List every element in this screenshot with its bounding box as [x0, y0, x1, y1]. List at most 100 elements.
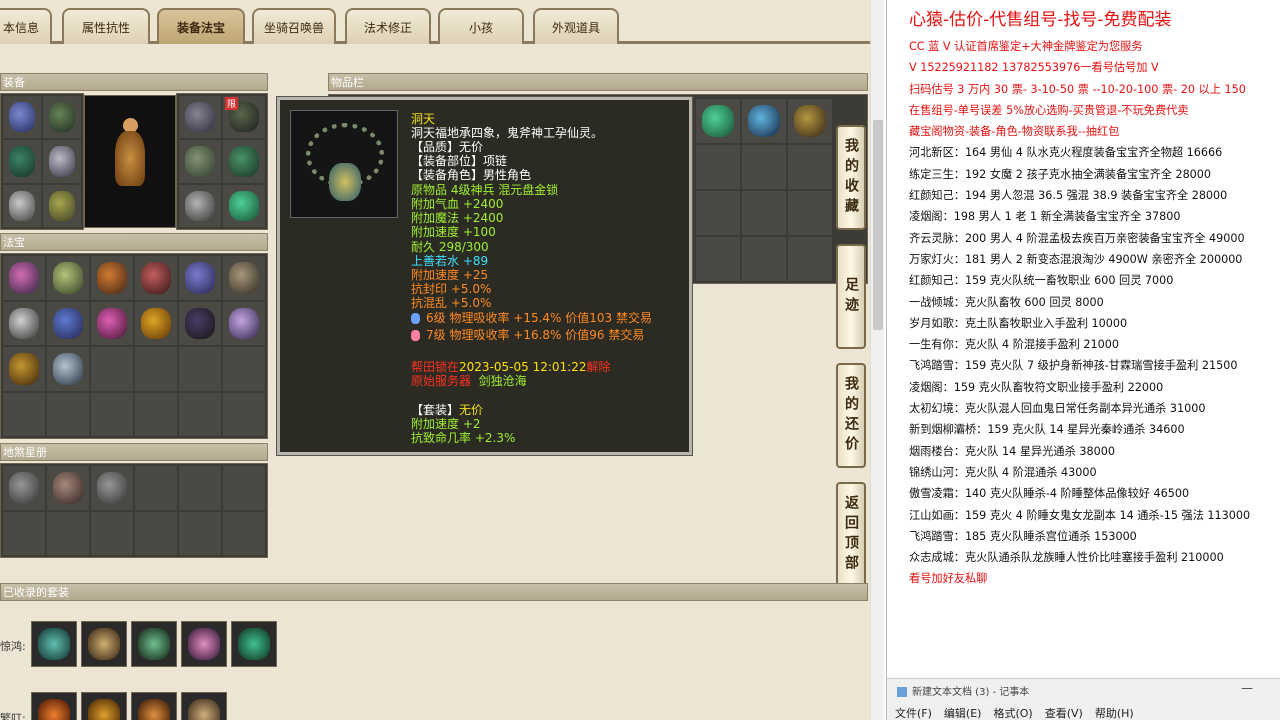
suit-item[interactable] — [31, 621, 77, 667]
fabao-slot[interactable] — [135, 301, 177, 345]
fabao-slot-empty[interactable] — [3, 392, 45, 436]
tab-spells[interactable]: 法术修正 — [345, 8, 431, 44]
menu-format[interactable]: 格式(O) — [993, 705, 1032, 721]
star-card-empty[interactable] — [47, 511, 89, 555]
helmet-slot[interactable] — [43, 96, 81, 139]
menu-edit[interactable]: 编辑(E) — [944, 705, 982, 721]
star-card[interactable] — [47, 466, 89, 510]
tab-attributes[interactable]: 属性抗性 — [62, 8, 150, 44]
tab-child[interactable]: 小孩 — [438, 8, 524, 44]
back-to-top-button[interactable]: 返回顶部 — [836, 482, 866, 587]
star-card-empty[interactable] — [3, 511, 45, 555]
suit-item[interactable] — [181, 692, 227, 720]
notepad-line: 傲雪凌霜：140 克火队睡杀-4 阶睡整体品像较好 46500 — [909, 487, 1190, 501]
minimize-button[interactable]: — — [1241, 681, 1253, 695]
item-description: 洞天福地承四象，鬼斧神工孕仙灵。 — [411, 126, 604, 140]
amulet-slot[interactable] — [179, 184, 221, 227]
suit-item[interactable] — [131, 692, 177, 720]
fabao-slot[interactable] — [91, 301, 133, 345]
fabao-slot-empty[interactable] — [91, 392, 133, 436]
inventory-slot-empty[interactable] — [742, 191, 786, 235]
fabao-slot[interactable] — [179, 301, 221, 345]
inventory-slot[interactable] — [696, 99, 740, 143]
my-counteroffer-button[interactable]: 我的还价 — [836, 363, 866, 468]
suit-item[interactable] — [231, 621, 277, 667]
weapon-slot[interactable] — [3, 140, 41, 183]
tab-basic-info[interactable]: 本信息 — [0, 8, 52, 44]
tab-appearance[interactable]: 外观道具 — [533, 8, 619, 44]
notepad-text[interactable]: 心猿-估价-代售组号-找号-免费配装 CC 蓝 V 认证首席鉴定+大神金牌鉴定为您… — [909, 8, 1280, 590]
inventory-slot[interactable] — [742, 99, 786, 143]
stat-extra-speed: 附加速度 +25 — [411, 268, 489, 282]
star-card-empty[interactable] — [135, 466, 177, 510]
notepad-line: 岁月如歌：克土队畜牧职业入手盈利 10000 — [909, 316, 1128, 330]
fabao-slot[interactable] — [47, 256, 89, 300]
orb-slot[interactable] — [223, 184, 265, 227]
footprint-button[interactable]: 足迹 — [836, 244, 866, 349]
hat-slot[interactable] — [179, 96, 221, 139]
star-card-empty[interactable] — [135, 511, 177, 555]
robe-slot[interactable] — [43, 140, 81, 183]
fabao-slot-empty[interactable] — [179, 347, 221, 391]
game-window: 本信息 属性抗性 装备法宝 坐骑召唤兽 法术修正 小孩 外观道具 装备 限 法宝 — [0, 0, 870, 720]
page-scrollbar[interactable] — [870, 0, 884, 720]
notepad-line: 一战倾城：克火队畜牧 600 回灵 8000 — [909, 295, 1104, 309]
star-card-empty[interactable] — [223, 511, 265, 555]
suit-item[interactable] — [31, 692, 77, 720]
fabao-slot[interactable] — [3, 347, 45, 391]
bracelet-slot[interactable] — [223, 140, 265, 183]
star-card-empty[interactable] — [179, 511, 221, 555]
fabao-slot-empty[interactable] — [91, 347, 133, 391]
gem-text-2: 7级 物理吸收率 +16.8% 价值96 禁交易 — [426, 328, 645, 342]
suit-label-1: 惊鸿: — [0, 640, 26, 653]
suit-item[interactable] — [181, 621, 227, 667]
fabao-slot[interactable] — [3, 301, 45, 345]
inventory-slot-empty[interactable] — [696, 237, 740, 281]
tab-mounts[interactable]: 坐骑召唤兽 — [252, 8, 336, 44]
my-favorites-button[interactable]: 我的收藏 — [836, 125, 866, 230]
menu-help[interactable]: 帮助(H) — [1095, 705, 1134, 721]
inventory-slot-empty[interactable] — [788, 191, 832, 235]
fabao-slot[interactable] — [223, 256, 265, 300]
fabao-slot[interactable] — [179, 256, 221, 300]
inventory-slot-empty[interactable] — [696, 145, 740, 189]
fabao-slot-empty[interactable] — [135, 347, 177, 391]
necklace-slot[interactable]: 限 — [223, 96, 265, 139]
star-card-empty[interactable] — [179, 466, 221, 510]
inventory-slot-empty[interactable] — [742, 145, 786, 189]
fabao-slot[interactable] — [91, 256, 133, 300]
inventory-slot[interactable] — [788, 99, 832, 143]
star-card-empty[interactable] — [91, 511, 133, 555]
fabao-slot[interactable] — [47, 301, 89, 345]
inventory-slot-empty[interactable] — [696, 191, 740, 235]
server-label: 原始服务器 — [411, 374, 472, 388]
fabao-slot-empty[interactable] — [223, 392, 265, 436]
fabao-slot[interactable] — [135, 256, 177, 300]
inventory-slot-empty[interactable] — [788, 145, 832, 189]
belt-slot[interactable] — [3, 184, 41, 227]
star-card[interactable] — [91, 466, 133, 510]
star-card[interactable] — [3, 466, 45, 510]
inventory-slot-empty[interactable] — [742, 237, 786, 281]
equipment-right-grid: 限 — [176, 93, 268, 230]
menu-file[interactable]: 文件(F) — [895, 705, 932, 721]
inventory-slot-empty[interactable] — [788, 237, 832, 281]
star-card-empty[interactable] — [223, 466, 265, 510]
boots-slot[interactable] — [43, 184, 81, 227]
fabao-slot[interactable] — [3, 256, 45, 300]
menu-view[interactable]: 查看(V) — [1045, 705, 1083, 721]
fabao-slot-empty[interactable] — [179, 392, 221, 436]
character-portrait — [84, 95, 176, 228]
fabao-slot-empty[interactable] — [47, 392, 89, 436]
fabao-slot[interactable] — [223, 301, 265, 345]
armor-slot[interactable] — [3, 96, 41, 139]
suit-item[interactable] — [81, 692, 127, 720]
fabao-slot-empty[interactable] — [135, 392, 177, 436]
fabao-slot-empty[interactable] — [223, 347, 265, 391]
suit-item[interactable] — [131, 621, 177, 667]
scrollbar-thumb[interactable] — [873, 120, 883, 330]
suit-item[interactable] — [81, 621, 127, 667]
fabao-slot[interactable] — [47, 347, 89, 391]
ring-slot[interactable] — [179, 140, 221, 183]
tab-equipment[interactable]: 装备法宝 — [157, 8, 245, 44]
